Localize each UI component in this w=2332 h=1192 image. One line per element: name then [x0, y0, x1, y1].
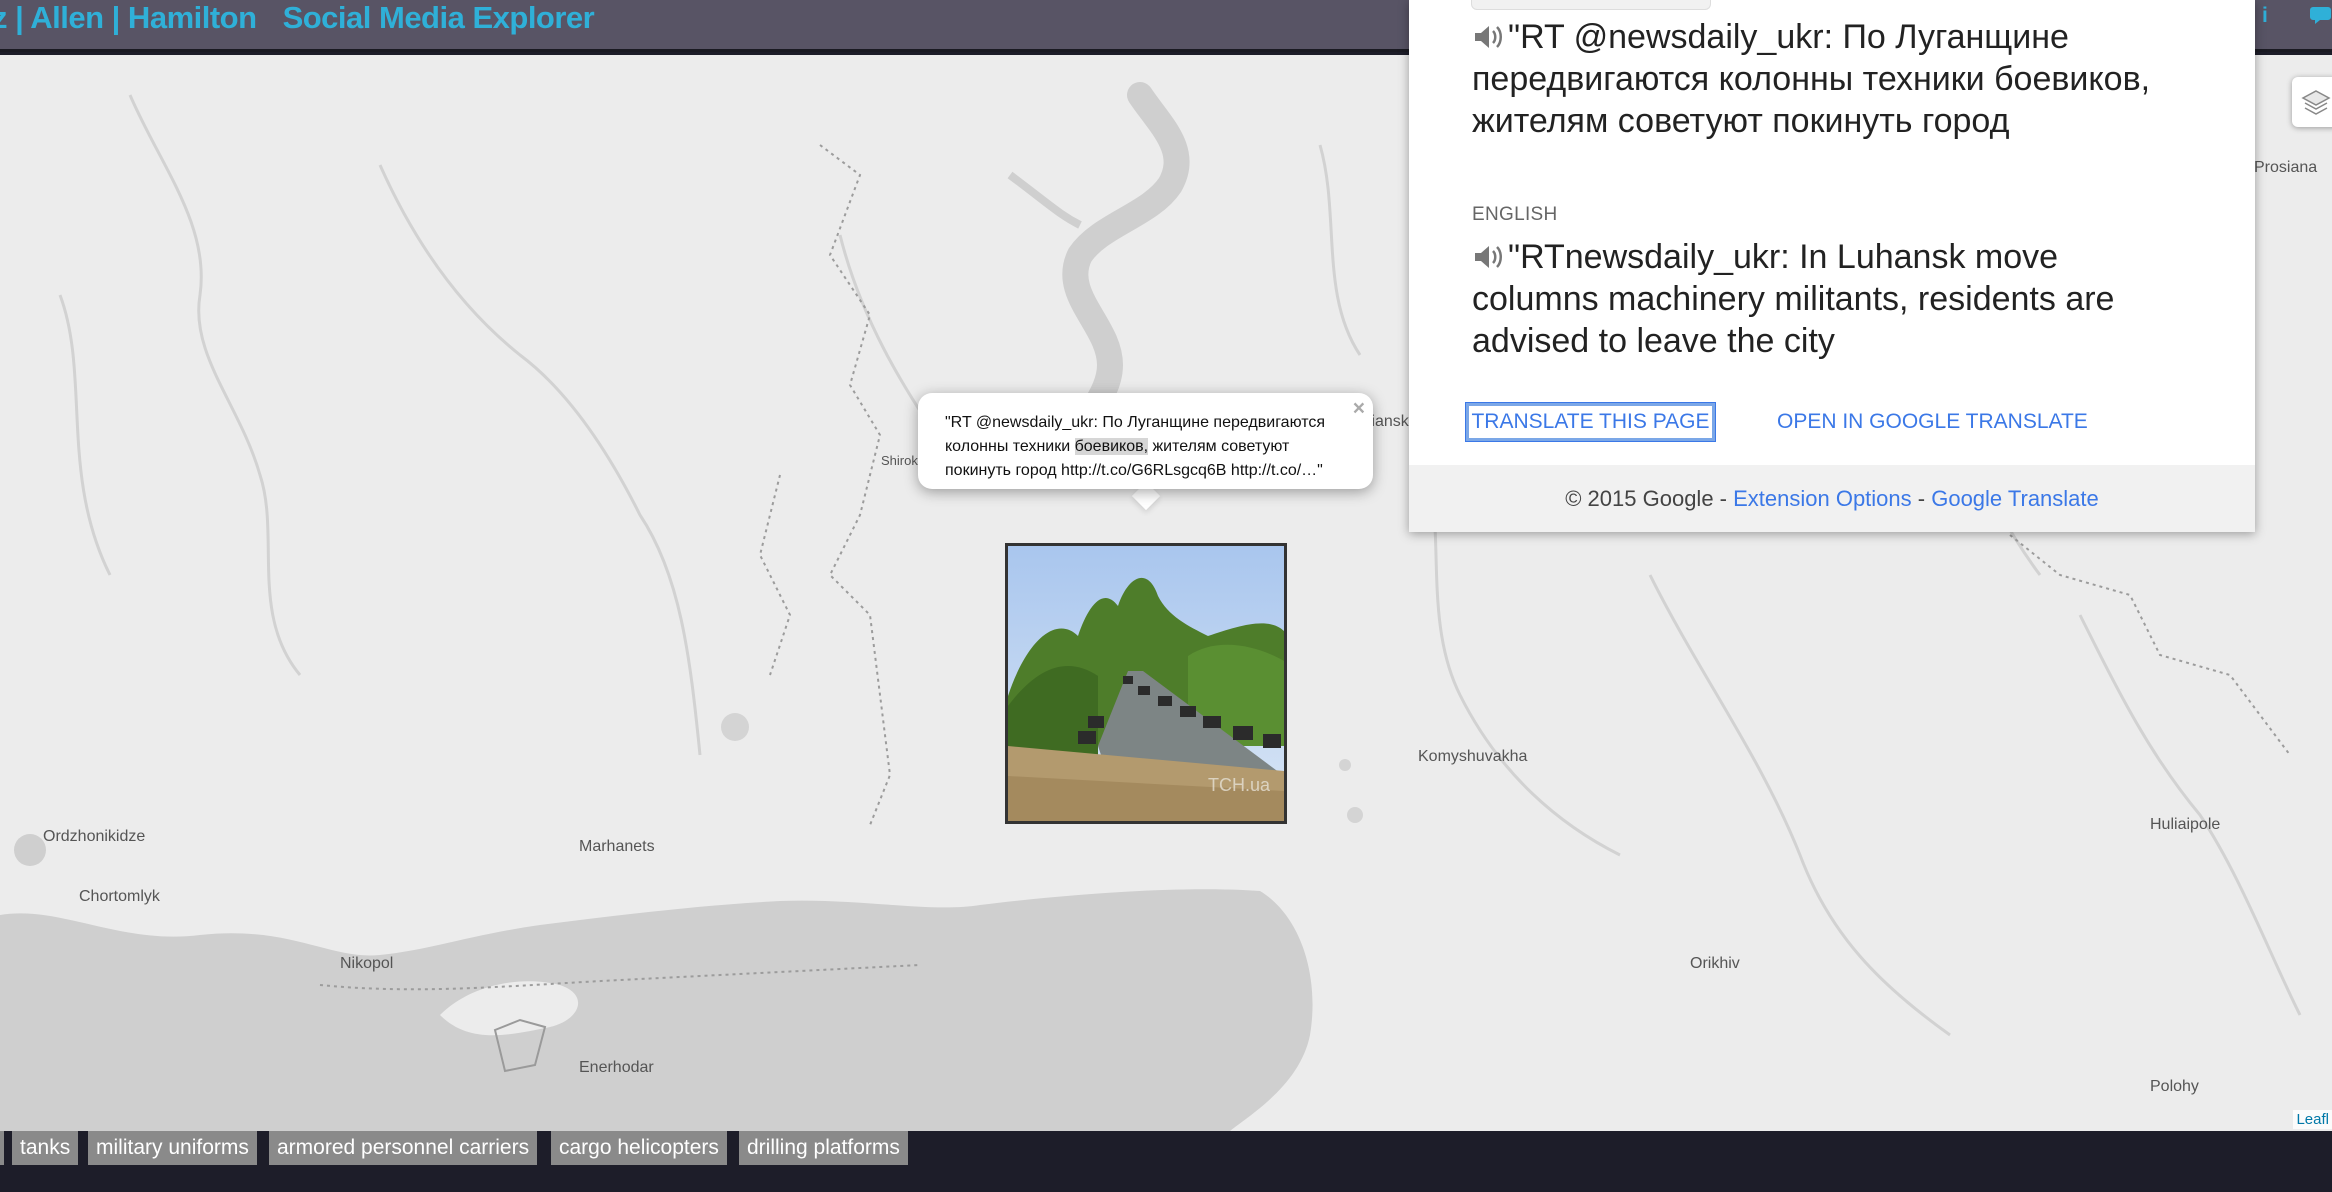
translate-panel-tab — [1471, 0, 1711, 10]
place-nikopol: Nikopol — [340, 955, 394, 972]
place-prosiana: Prosiana — [2254, 159, 2318, 176]
place-ordzhonikidze: Ordzhonikidze — [43, 828, 146, 845]
target-language-label: ENGLISH — [1472, 204, 1558, 225]
translated-text: "RTnewsdaily_ukr: In Luhansk move column… — [1472, 236, 2192, 362]
place-marhanets: Marhanets — [579, 838, 655, 855]
extension-options-link[interactable]: Extension Options — [1733, 486, 1912, 511]
tweet-photo[interactable]: TCH.ua — [1005, 543, 1287, 824]
speaker-icon[interactable] — [1472, 23, 1506, 51]
tweet-popup: "RT @newsdaily_ukr: По Луганщине передви… — [918, 393, 1373, 489]
info-icon[interactable]: i — [2262, 4, 2268, 28]
open-in-google-translate-button[interactable]: OPEN IN GOOGLE TRANSLATE — [1777, 403, 2088, 441]
translate-this-page-button[interactable]: TRANSLATE THIS PAGE — [1465, 402, 1716, 442]
speaker-icon[interactable] — [1472, 243, 1506, 271]
google-translate-link[interactable]: Google Translate — [1931, 486, 2099, 511]
leaflet-attribution-link[interactable]: Leafl — [2293, 1110, 2332, 1129]
brand: z | Allen | Hamilton Social Media Explore… — [0, 0, 595, 35]
layers-icon[interactable] — [2292, 77, 2332, 127]
place-huliaipole: Huliaipole — [2150, 816, 2221, 833]
tag-armored-personnel-carriers[interactable]: armored personnel carriers — [269, 1131, 538, 1165]
footer-copyright: © 2015 Google - — [1565, 486, 1734, 511]
google-translate-panel: "RT @newsdaily_ukr: По Луганщине передви… — [1409, 0, 2255, 532]
footer-separator: - — [1911, 486, 1932, 511]
popup-text-highlight: боевиков, — [1074, 438, 1149, 455]
place-polohy: Polohy — [2150, 1078, 2199, 1095]
chat-icon[interactable] — [2310, 4, 2332, 32]
translated-text-content: "RTnewsdaily_ukr: In Luhansk move column… — [1472, 238, 2115, 360]
tag-tanks[interactable]: tanks — [12, 1131, 79, 1165]
photo-watermark: TCH.ua — [1208, 775, 1271, 795]
app-title: Social Media Explorer — [282, 0, 595, 35]
popup-tweet-text: "RT @newsdaily_ukr: По Луганщине передви… — [945, 411, 1335, 483]
tag-partial[interactable] — [0, 1131, 4, 1165]
source-text: "RT @newsdaily_ukr: По Луганщине передви… — [1472, 16, 2192, 142]
brand-company: z | Allen | Hamilton — [0, 0, 257, 35]
tag-cargo-helicopters[interactable]: cargo helicopters — [551, 1131, 727, 1165]
source-text-content: "RT @newsdaily_ukr: По Луганщине передви… — [1472, 18, 2151, 140]
place-orikhiv: Orikhiv — [1690, 955, 1740, 972]
place-enerhodar: Enerhodar — [579, 1059, 654, 1076]
place-shyroke: Shirok — [881, 453, 918, 468]
tag-bar: tanks military uniforms armored personne… — [0, 1131, 2332, 1192]
close-icon[interactable]: × — [1353, 397, 1365, 421]
translate-panel-footer: © 2015 Google - Extension Options - Goog… — [1409, 465, 2255, 532]
place-komyshuvakha: Komyshuvakha — [1418, 748, 1528, 765]
tag-military-uniforms[interactable]: military uniforms — [88, 1131, 257, 1165]
place-chortomlyk: Chortomlyk — [79, 888, 160, 905]
tag-drilling-platforms[interactable]: drilling platforms — [739, 1131, 908, 1165]
